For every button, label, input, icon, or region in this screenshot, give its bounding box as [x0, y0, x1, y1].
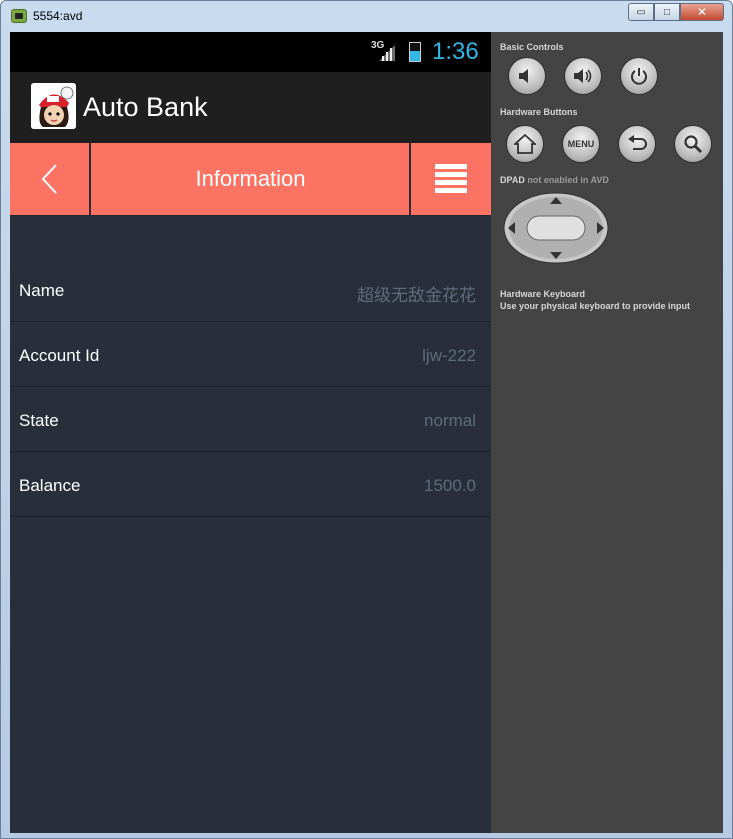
search-hardware-button[interactable] — [674, 125, 712, 163]
home-button[interactable] — [506, 125, 544, 163]
row-value: 1500.0 — [424, 476, 476, 495]
status-bar: 3G 1:36 — [10, 32, 491, 72]
volume-up-icon — [574, 69, 592, 83]
row-label: Name — [19, 281, 65, 300]
volume-up-button[interactable] — [564, 57, 602, 95]
signal-icon — [379, 45, 395, 61]
maximize-button[interactable]: □ — [654, 3, 680, 21]
menu-hardware-button[interactable]: MENU — [562, 125, 600, 163]
keyboard-label: Hardware Keyboard — [500, 289, 586, 299]
back-button[interactable] — [10, 143, 91, 215]
hardware-buttons-label: Hardware Buttons — [500, 107, 578, 117]
row-value: normal — [424, 411, 476, 430]
status-clock: 1:36 — [432, 38, 479, 65]
avatar-icon — [31, 83, 76, 129]
row-label: Balance — [19, 476, 81, 495]
row-value: ljw-222 — [422, 346, 476, 365]
emulator-controls-panel: Basic Controls Hardware Buttons MENU DPA… — [491, 32, 723, 833]
home-icon — [514, 134, 536, 154]
android-emulator-icon — [11, 9, 27, 23]
back-hardware-button[interactable] — [618, 125, 656, 163]
app-logo — [31, 83, 76, 129]
info-row-state[interactable]: State normal — [10, 387, 491, 452]
menu-button[interactable] — [409, 143, 491, 215]
dpad-control[interactable] — [503, 192, 610, 264]
power-button[interactable] — [620, 57, 658, 95]
dpad-note: not enabled in AVD — [527, 175, 609, 185]
volume-down-button[interactable] — [508, 57, 546, 95]
page-title: Information — [195, 166, 306, 191]
row-value: 超级无敌金花花 — [357, 286, 476, 305]
app-name: Auto Bank — [83, 92, 208, 122]
dpad-icon — [503, 192, 609, 264]
menu-button-label: MENU — [567, 139, 595, 149]
close-button[interactable]: ✕ — [680, 3, 724, 21]
action-bar: Auto Bank — [10, 72, 491, 143]
power-icon — [631, 68, 647, 85]
chevron-left-icon — [41, 164, 57, 194]
info-row-account-id[interactable]: Account Id ljw-222 — [10, 322, 491, 387]
keyboard-hint: Hardware Keyboard Use your physical keyb… — [500, 288, 720, 312]
emulator-window: 5554:avd ▭ □ ✕ 3G 1:36 Auto Bank Informa… — [0, 0, 733, 839]
window-title: 5554:avd — [33, 9, 83, 23]
row-label: State — [19, 411, 59, 430]
row-label: Account Id — [19, 346, 100, 365]
info-list: Name 超级无敌金花花 Account Id ljw-222 State no… — [10, 257, 491, 517]
hamburger-menu-icon — [435, 164, 467, 193]
info-navbar: Information — [10, 143, 491, 216]
device-screen: 3G 1:36 Auto Bank Information Name 超级无敌金… — [10, 32, 491, 833]
undo-back-icon — [628, 135, 647, 150]
info-row-balance[interactable]: Balance 1500.0 — [10, 452, 491, 517]
search-icon — [684, 135, 703, 154]
dpad-title: DPAD — [500, 175, 525, 185]
minimize-button[interactable]: ▭ — [628, 3, 654, 21]
basic-controls-label: Basic Controls — [500, 42, 564, 52]
window-controls: ▭ □ ✕ — [628, 3, 724, 21]
info-row-name[interactable]: Name 超级无敌金花花 — [10, 257, 491, 322]
volume-down-icon — [519, 69, 528, 83]
window-titlebar[interactable]: 5554:avd ▭ □ ✕ — [1, 1, 732, 32]
battery-icon — [409, 42, 421, 62]
dpad-label: DPAD not enabled in AVD — [500, 175, 609, 185]
keyboard-hint-text: Use your physical keyboard to provide in… — [500, 301, 691, 311]
